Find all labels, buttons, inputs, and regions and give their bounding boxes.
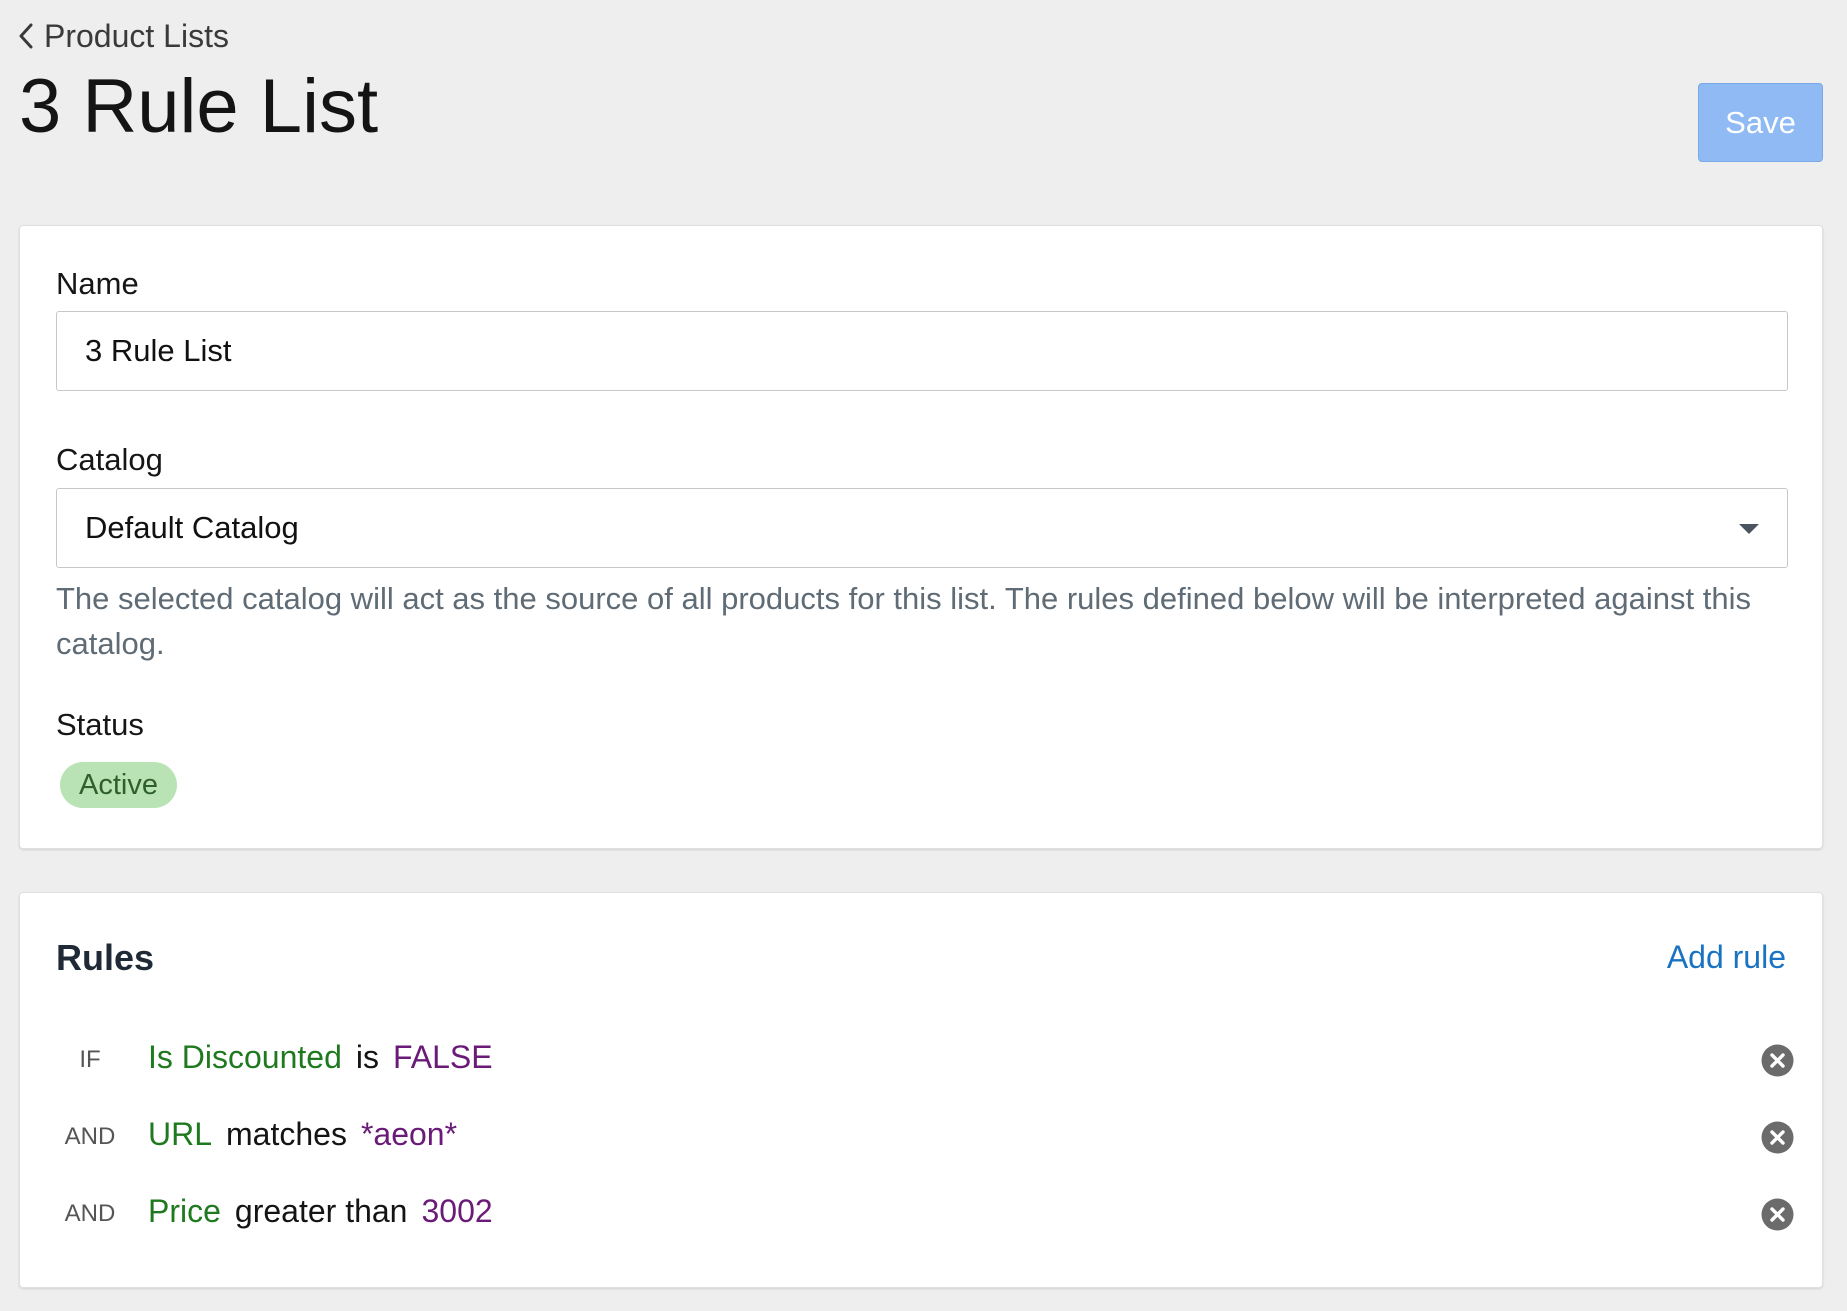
back-link-label: Product Lists xyxy=(44,17,229,54)
rules-title: Rules xyxy=(56,937,155,978)
rule-conjunction: IF xyxy=(79,1046,101,1073)
rule-conjunction: AND xyxy=(64,1123,116,1150)
product-list-editor: Product Lists 3 Rule List Save Name Cata… xyxy=(0,0,1847,1311)
catalog-help-text: The selected catalog will act as the sou… xyxy=(56,581,1751,661)
rule-field: Price xyxy=(148,1193,221,1229)
save-button[interactable]: Save xyxy=(1698,83,1823,162)
caret-down-icon xyxy=(1739,524,1759,534)
back-link[interactable]: Product Lists xyxy=(18,16,229,56)
catalog-select[interactable]: Default Catalog xyxy=(56,488,1788,568)
rule-field: URL xyxy=(148,1116,213,1152)
catalog-select-value: Default Catalog xyxy=(85,510,299,545)
status-badge: Active xyxy=(60,762,177,808)
page-title: 3 Rule List xyxy=(19,64,379,149)
details-card: Name Catalog Default Catalog The selecte… xyxy=(19,225,1823,849)
rule-value: 3002 xyxy=(421,1193,493,1229)
name-input[interactable] xyxy=(56,311,1788,391)
rule-expression[interactable]: Price greater than 3002 xyxy=(148,1193,493,1230)
rule-row: AND Price greater than 3002 xyxy=(20,1184,1824,1244)
close-circle-icon[interactable] xyxy=(1761,1198,1794,1231)
rule-row: IF Is Discounted is FALSE xyxy=(20,1030,1824,1090)
close-circle-icon[interactable] xyxy=(1761,1121,1794,1154)
rule-value: FALSE xyxy=(392,1039,493,1075)
rule-operator: is xyxy=(355,1039,379,1075)
rule-operator: greater than xyxy=(234,1193,408,1229)
name-label: Name xyxy=(56,266,139,301)
rule-expression[interactable]: URL matches *aeon* xyxy=(148,1116,457,1153)
add-rule-link[interactable]: Add rule xyxy=(1667,939,1786,976)
rule-field: Is Discounted xyxy=(148,1039,342,1075)
rule-operator: matches xyxy=(226,1116,347,1152)
rule-conjunction: AND xyxy=(64,1200,116,1227)
chevron-left-icon xyxy=(18,23,34,49)
status-label: Status xyxy=(56,707,144,742)
rule-value: *aeon* xyxy=(360,1116,458,1152)
rule-row: AND URL matches *aeon* xyxy=(20,1107,1824,1167)
catalog-label: Catalog xyxy=(56,442,163,477)
close-circle-icon[interactable] xyxy=(1761,1044,1794,1077)
rule-expression[interactable]: Is Discounted is FALSE xyxy=(148,1039,493,1076)
rules-card: Rules Add rule IF Is Discounted is FALSE A… xyxy=(19,892,1823,1288)
